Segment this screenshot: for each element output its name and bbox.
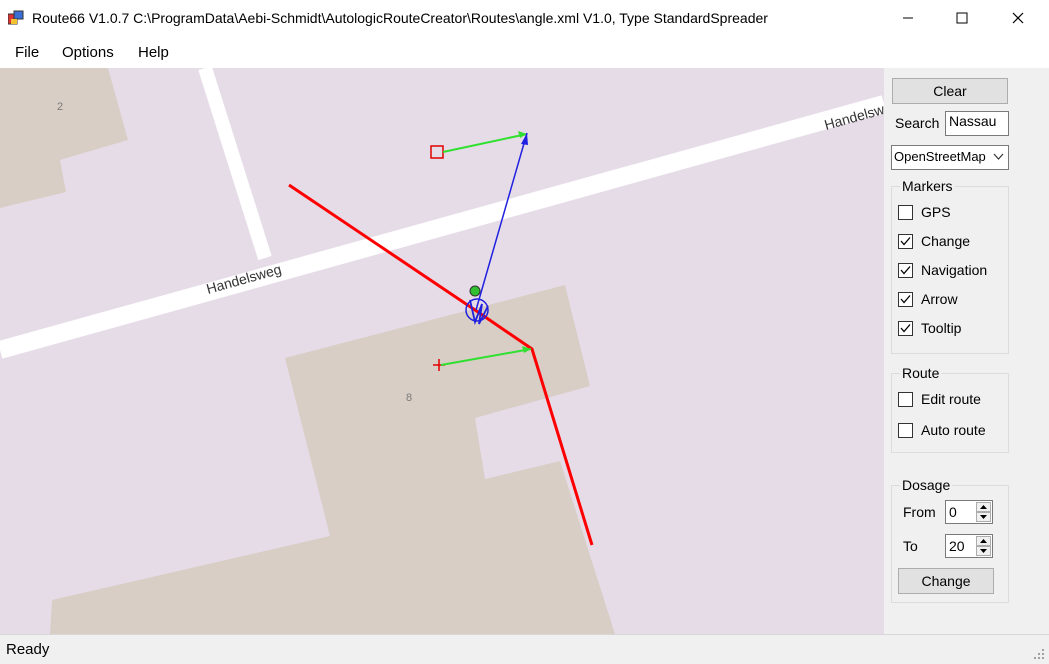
- road-vertical: [198, 68, 272, 261]
- map-provider-value: OpenStreetMap: [894, 149, 986, 164]
- change-dosage-button[interactable]: Change: [898, 568, 994, 594]
- building-number-2: 2: [57, 101, 63, 113]
- maximize-icon: [956, 12, 968, 24]
- spin-down-button[interactable]: [976, 546, 991, 556]
- checkbox-edit-route[interactable]: Edit route: [898, 390, 981, 408]
- checkbox-auto-route[interactable]: Auto route: [898, 421, 986, 439]
- dosage-group: Dosage From 0 To 20 Change: [891, 477, 1009, 603]
- search-input[interactable]: Nassau: [945, 111, 1009, 136]
- checkbox-box[interactable]: [898, 291, 913, 307]
- menu-bar: File Options Help: [0, 38, 1049, 68]
- building-center: [50, 285, 615, 634]
- menu-options[interactable]: Options: [62, 44, 114, 61]
- map-view[interactable]: 2 8 Handelsweg Handelsw: [0, 68, 884, 634]
- checkbox-gps[interactable]: GPS: [898, 203, 951, 221]
- checkmark-icon: [900, 236, 911, 245]
- resize-grip-icon[interactable]: [1033, 648, 1045, 660]
- minimize-button[interactable]: [885, 0, 931, 36]
- dosage-to-stepper[interactable]: 20: [945, 534, 993, 558]
- triangle-up-icon: [980, 505, 987, 509]
- app-icon: [8, 10, 24, 25]
- menu-help[interactable]: Help: [138, 44, 169, 61]
- map-provider-select[interactable]: OpenStreetMap: [891, 145, 1009, 170]
- checkmark-icon: [900, 294, 911, 303]
- checkbox-label: Navigation: [921, 262, 988, 278]
- checkbox-label: Change: [921, 233, 971, 249]
- spin-down-button[interactable]: [976, 512, 991, 522]
- gps-point[interactable]: [469, 285, 481, 297]
- markers-group: Markers GPS Change Navigation Arrow Tool…: [891, 178, 1009, 354]
- checkbox-box[interactable]: [898, 320, 913, 336]
- window-title: Route66 V1.0.7 C:\ProgramData\Aebi-Schmi…: [32, 10, 768, 26]
- dosage-from-label: From: [903, 504, 936, 520]
- route-group: Route Edit route Auto route: [891, 365, 1009, 453]
- title-bar: Route66 V1.0.7 C:\ProgramData\Aebi-Schmi…: [0, 0, 1049, 38]
- dosage-from-stepper[interactable]: 0: [945, 500, 993, 524]
- green-arrow-top: [442, 133, 528, 153]
- checkbox-label: Edit route: [921, 391, 981, 407]
- control-panel: Clear Search Nassau OpenStreetMap Marker…: [884, 68, 1049, 634]
- close-button[interactable]: [995, 0, 1041, 36]
- checkbox-change[interactable]: Change: [898, 232, 970, 250]
- close-icon: [1012, 12, 1024, 24]
- checkbox-label: Auto route: [921, 422, 986, 438]
- menu-file[interactable]: File: [15, 44, 39, 61]
- clear-button[interactable]: Clear: [892, 78, 1008, 104]
- maximize-button[interactable]: [939, 0, 985, 36]
- dosage-group-title: Dosage: [900, 477, 953, 493]
- chevron-down-icon: [993, 153, 1004, 160]
- triangle-up-icon: [980, 539, 987, 543]
- building-top-left: [0, 68, 128, 208]
- spin-buttons: [976, 502, 991, 522]
- checkbox-box[interactable]: [898, 422, 913, 438]
- checkbox-tooltip[interactable]: Tooltip: [898, 319, 961, 337]
- status-bar: Ready: [0, 634, 1049, 664]
- checkbox-label: Arrow: [921, 291, 958, 307]
- minimize-icon: [903, 17, 913, 19]
- search-label: Search: [895, 115, 940, 131]
- road-handelsweg: [0, 95, 884, 359]
- checkbox-box[interactable]: [898, 391, 913, 407]
- status-text: Ready: [6, 641, 50, 658]
- checkbox-box[interactable]: [898, 233, 913, 249]
- checkmark-icon: [900, 265, 911, 274]
- checkbox-label: GPS: [921, 204, 951, 220]
- building-number-8: 8: [406, 392, 412, 404]
- checkbox-label: Tooltip: [921, 320, 962, 336]
- checkbox-navigation[interactable]: Navigation: [898, 261, 987, 279]
- spin-up-button[interactable]: [976, 502, 991, 512]
- dosage-to-label: To: [903, 538, 918, 554]
- checkbox-box[interactable]: [898, 262, 913, 278]
- markers-group-title: Markers: [900, 178, 955, 194]
- change-marker-square[interactable]: [430, 145, 444, 159]
- route-group-title: Route: [900, 365, 942, 381]
- dosage-from-value: 0: [949, 504, 957, 520]
- spin-buttons: [976, 536, 991, 556]
- checkmark-icon: [900, 323, 911, 332]
- checkbox-arrow[interactable]: Arrow: [898, 290, 958, 308]
- triangle-down-icon: [980, 549, 987, 553]
- checkbox-box[interactable]: [898, 204, 913, 220]
- triangle-down-icon: [980, 515, 987, 519]
- spin-up-button[interactable]: [976, 536, 991, 546]
- dosage-to-value: 20: [949, 538, 965, 554]
